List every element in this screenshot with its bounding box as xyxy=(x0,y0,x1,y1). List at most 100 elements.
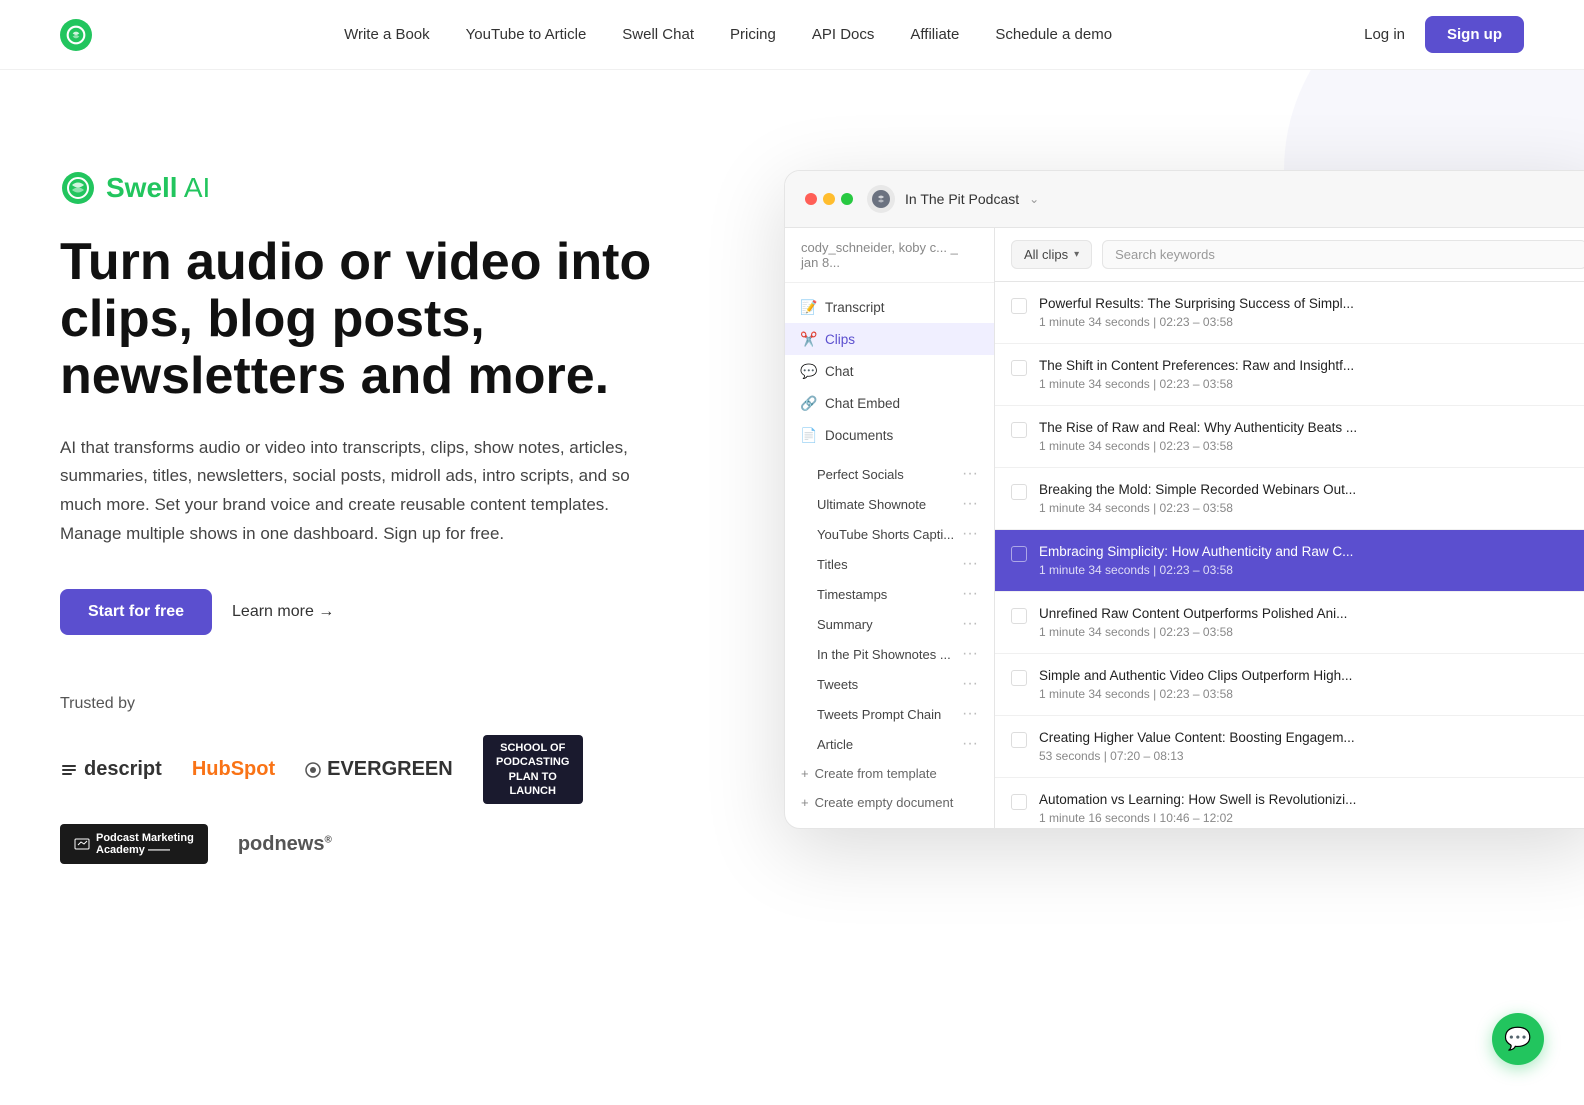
sidebar-item-clips[interactable]: ✂️ Clips xyxy=(785,323,994,355)
login-button[interactable]: Log in xyxy=(1364,26,1405,43)
pma-label: Podcast MarketingAcademy —— xyxy=(96,832,194,856)
clip-checkbox-7[interactable] xyxy=(1011,732,1027,748)
doc-youtube-shorts-label: YouTube Shorts Capti... xyxy=(817,527,954,542)
hero-headline: Turn audio or video into clips, blog pos… xyxy=(60,234,680,406)
clip-title-4: Embracing Simplicity: How Authenticity a… xyxy=(1039,544,1584,559)
sidebar-tweets-prompt-chain[interactable]: Tweets Prompt Chain ··· xyxy=(817,699,994,729)
start-for-free-button[interactable]: Start for free xyxy=(60,589,212,635)
clip-item-0[interactable]: Powerful Results: The Surprising Success… xyxy=(995,282,1584,344)
app-main-header: All clips ▾ Search keywords xyxy=(995,228,1584,282)
clip-checkbox-1[interactable] xyxy=(1011,360,1027,376)
sidebar-titles[interactable]: Titles ··· xyxy=(817,549,994,579)
nav-schedule-demo[interactable]: Schedule a demo xyxy=(995,26,1112,43)
nav-write-a-book[interactable]: Write a Book xyxy=(344,26,430,43)
hero-content: Swell AI Turn audio or video into clips,… xyxy=(60,150,680,864)
sidebar-docs-section: Perfect Socials ··· Ultimate Shownote ··… xyxy=(785,459,994,759)
doc-pit-shownotes-label: In the Pit Shownotes ... xyxy=(817,647,951,662)
create-empty-label: Create empty document xyxy=(815,795,954,810)
sidebar-item-transcript[interactable]: 📝 Transcript xyxy=(785,291,994,323)
nav-pricing[interactable]: Pricing xyxy=(730,26,776,43)
sidebar-transcript-label: Transcript xyxy=(825,300,885,315)
more-icon-5[interactable]: ··· xyxy=(962,615,978,633)
hero-brand: Swell AI xyxy=(60,170,680,206)
chat-fab-button[interactable]: 💬 xyxy=(1492,1013,1544,1065)
more-icon-0[interactable]: ··· xyxy=(962,465,978,483)
clip-item-3[interactable]: Breaking the Mold: Simple Recorded Webin… xyxy=(995,468,1584,530)
sidebar-item-documents[interactable]: 📄 Documents xyxy=(785,419,994,451)
clip-item-5[interactable]: Unrefined Raw Content Outperforms Polish… xyxy=(995,592,1584,654)
sidebar-ultimate-shownote[interactable]: Ultimate Shownote ··· xyxy=(817,489,994,519)
more-icon-9[interactable]: ··· xyxy=(962,735,978,753)
more-icon-1[interactable]: ··· xyxy=(962,495,978,513)
sidebar-chat-embed-label: Chat Embed xyxy=(825,396,900,411)
clips-list: Powerful Results: The Surprising Success… xyxy=(995,282,1584,822)
doc-ultimate-shownote-label: Ultimate Shownote xyxy=(817,497,926,512)
sidebar-timestamps[interactable]: Timestamps ··· xyxy=(817,579,994,609)
sidebar-youtube-shorts[interactable]: YouTube Shorts Capti... ··· xyxy=(817,519,994,549)
dot-close xyxy=(805,193,817,205)
podcast-name: In The Pit Podcast xyxy=(905,191,1019,207)
learn-more-button[interactable]: Learn more → xyxy=(232,603,334,621)
clip-content-3: Breaking the Mold: Simple Recorded Webin… xyxy=(1039,482,1584,515)
podnews-label: podnews® xyxy=(238,833,332,856)
app-titlebar: In The Pit Podcast ⌄ xyxy=(785,171,1584,228)
logo-school-of-podcasting: SCHOOL OF PODCASTING PLAN TO LAUNCH xyxy=(483,735,583,804)
clip-title-5: Unrefined Raw Content Outperforms Polish… xyxy=(1039,606,1584,621)
doc-timestamps-label: Timestamps xyxy=(817,587,887,602)
sidebar-item-chat-embed[interactable]: 🔗 Chat Embed xyxy=(785,387,994,419)
sidebar-create-from-template[interactable]: + Create from template xyxy=(785,759,994,788)
clip-item-1[interactable]: The Shift in Content Preferences: Raw an… xyxy=(995,344,1584,406)
sidebar-summary[interactable]: Summary ··· xyxy=(817,609,994,639)
clip-item-6[interactable]: Simple and Authentic Video Clips Outperf… xyxy=(995,654,1584,716)
clip-item-4[interactable]: Embracing Simplicity: How Authenticity a… xyxy=(995,530,1584,592)
more-icon-3[interactable]: ··· xyxy=(962,555,978,573)
logo-hubspot: HubSpot xyxy=(192,758,275,781)
more-icon-6[interactable]: ··· xyxy=(962,645,978,663)
signup-button[interactable]: Sign up xyxy=(1425,16,1524,53)
sidebar-perfect-socials[interactable]: Perfect Socials ··· xyxy=(817,459,994,489)
doc-tweets-prompt-chain-label: Tweets Prompt Chain xyxy=(817,707,941,722)
trusted-by-section: Trusted by descript HubSpot xyxy=(60,695,680,864)
evergreen-label: EVERGREEN xyxy=(327,758,453,781)
plus-icon-empty: + xyxy=(801,795,809,810)
plus-icon-template: + xyxy=(801,766,809,781)
clip-checkbox-8[interactable] xyxy=(1011,794,1027,810)
clips-search-input[interactable]: Search keywords xyxy=(1102,240,1584,269)
clip-title-1: The Shift in Content Preferences: Raw an… xyxy=(1039,358,1584,373)
clip-checkbox-5[interactable] xyxy=(1011,608,1027,624)
clip-content-5: Unrefined Raw Content Outperforms Polish… xyxy=(1039,606,1584,639)
clip-item-8[interactable]: Automation vs Learning: How Swell is Rev… xyxy=(995,778,1584,822)
more-icon-4[interactable]: ··· xyxy=(962,585,978,603)
app-main-content: All clips ▾ Search keywords Powerful Res… xyxy=(995,228,1584,828)
podcast-chevron-icon: ⌄ xyxy=(1029,192,1039,206)
documents-icon: 📄 xyxy=(801,427,817,443)
clip-checkbox-2[interactable] xyxy=(1011,422,1027,438)
nav-swell-chat[interactable]: Swell Chat xyxy=(622,26,694,43)
sidebar-create-empty-doc[interactable]: + Create empty document xyxy=(785,788,994,817)
clip-item-2[interactable]: The Rise of Raw and Real: Why Authentici… xyxy=(995,406,1584,468)
sidebar-clips-label: Clips xyxy=(825,332,855,347)
nav-api-docs[interactable]: API Docs xyxy=(812,26,875,43)
clip-checkbox-4[interactable] xyxy=(1011,546,1027,562)
nav-youtube-to-article[interactable]: YouTube to Article xyxy=(466,26,587,43)
clip-title-7: Creating Higher Value Content: Boosting … xyxy=(1039,730,1584,745)
sidebar-article[interactable]: Article ··· xyxy=(817,729,994,759)
more-icon-7[interactable]: ··· xyxy=(962,675,978,693)
sidebar-item-chat[interactable]: 💬 Chat xyxy=(785,355,994,387)
clip-item-7[interactable]: Creating Higher Value Content: Boosting … xyxy=(995,716,1584,778)
clip-checkbox-6[interactable] xyxy=(1011,670,1027,686)
logo-evergreen: EVERGREEN xyxy=(305,758,453,781)
clips-filter-dropdown[interactable]: All clips ▾ xyxy=(1011,240,1092,269)
clip-content-7: Creating Higher Value Content: Boosting … xyxy=(1039,730,1584,763)
sidebar-tweets[interactable]: Tweets ··· xyxy=(817,669,994,699)
create-template-label: Create from template xyxy=(815,766,937,781)
nav-affiliate[interactable]: Affiliate xyxy=(910,26,959,43)
sidebar-pit-shownotes[interactable]: In the Pit Shownotes ... ··· xyxy=(817,639,994,669)
clip-meta-3: 1 minute 34 seconds | 02:23 – 03:58 xyxy=(1039,501,1584,515)
clip-title-3: Breaking the Mold: Simple Recorded Webin… xyxy=(1039,482,1584,497)
clip-checkbox-0[interactable] xyxy=(1011,298,1027,314)
chat-icon: 💬 xyxy=(801,363,817,379)
more-icon-8[interactable]: ··· xyxy=(962,705,978,723)
clip-checkbox-3[interactable] xyxy=(1011,484,1027,500)
more-icon-2[interactable]: ··· xyxy=(962,525,978,543)
